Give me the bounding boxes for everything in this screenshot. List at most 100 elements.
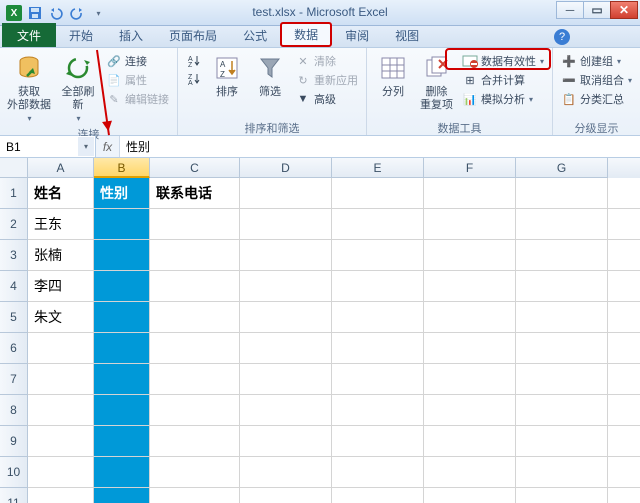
column-header-A[interactable]: A [28,158,94,178]
cell[interactable] [332,364,424,394]
column-header-F[interactable]: F [424,158,516,178]
row-header-3[interactable]: 3 [0,240,28,271]
cell[interactable] [332,271,424,301]
row-header-5[interactable]: 5 [0,302,28,333]
refresh-all-button[interactable]: 全部刷新 [55,50,101,125]
row-header-11[interactable]: 11 [0,488,28,503]
cell[interactable] [150,488,240,503]
row-header-9[interactable]: 9 [0,426,28,457]
cell[interactable] [94,333,150,363]
cell[interactable] [94,302,150,332]
cell[interactable] [150,426,240,456]
cell[interactable] [516,364,608,394]
cell[interactable] [150,302,240,332]
tab-insert[interactable]: 插入 [106,23,156,47]
cell[interactable] [332,426,424,456]
cell[interactable]: 王东 [28,209,94,239]
filter-button[interactable]: 筛选 [250,50,290,101]
cell[interactable] [516,426,608,456]
cell[interactable] [94,488,150,503]
cell[interactable] [332,395,424,425]
properties-button[interactable]: 📄属性 [104,71,171,89]
remove-duplicates-button[interactable]: 删除 重复项 [416,50,457,114]
cell[interactable] [150,364,240,394]
column-header-G[interactable]: G [516,158,608,178]
cell[interactable] [94,240,150,270]
cell[interactable] [240,302,332,332]
maximize-button[interactable]: ▭ [583,1,611,19]
consolidate-button[interactable]: ⊞合并计算 [460,71,546,89]
cell[interactable] [150,333,240,363]
cell[interactable] [94,426,150,456]
cell[interactable] [516,488,608,503]
cell[interactable] [94,395,150,425]
tab-formulas[interactable]: 公式 [230,23,280,47]
column-header-E[interactable]: E [332,158,424,178]
clear-filter-button[interactable]: ✕清除 [293,52,360,70]
cell[interactable] [150,457,240,487]
cell[interactable]: 姓名 [28,178,94,208]
cell[interactable] [516,395,608,425]
column-header-C[interactable]: C [150,158,240,178]
name-box[interactable]: B1 ▾ [0,136,96,157]
minimize-button[interactable]: ─ [556,1,584,19]
cell[interactable] [424,302,516,332]
cell[interactable] [94,457,150,487]
column-header-B[interactable]: B [94,158,150,178]
cell[interactable] [332,178,424,208]
cell[interactable] [240,271,332,301]
cell[interactable] [424,333,516,363]
cell[interactable] [424,364,516,394]
cell[interactable] [424,271,516,301]
cell[interactable] [240,395,332,425]
cell[interactable] [424,240,516,270]
tab-home[interactable]: 开始 [56,23,106,47]
cell[interactable]: 朱文 [28,302,94,332]
cell[interactable] [28,457,94,487]
tab-page-layout[interactable]: 页面布局 [156,23,230,47]
subtotal-button[interactable]: 📋分类汇总 [559,90,634,108]
row-header-7[interactable]: 7 [0,364,28,395]
text-to-columns-button[interactable]: 分列 [373,50,413,101]
cell[interactable] [516,271,608,301]
tab-view[interactable]: 视图 [382,23,432,47]
cell[interactable] [28,364,94,394]
cell[interactable] [150,271,240,301]
cell[interactable] [150,209,240,239]
connections-button[interactable]: 🔗连接 [104,52,171,70]
sort-desc-button[interactable]: ZA [184,70,204,88]
cell[interactable] [424,457,516,487]
whatif-button[interactable]: 📊模拟分析 [460,90,546,108]
name-box-dropdown[interactable]: ▾ [78,137,94,156]
cell[interactable] [94,271,150,301]
advanced-filter-button[interactable]: ▼高级 [293,90,360,108]
close-button[interactable]: ✕ [610,1,638,19]
tab-file[interactable]: 文件 [2,23,56,47]
cell[interactable] [150,240,240,270]
cell[interactable] [424,488,516,503]
cell[interactable] [28,395,94,425]
select-all-corner[interactable] [0,158,28,178]
cell[interactable] [516,333,608,363]
cell[interactable]: 张楠 [28,240,94,270]
row-header-8[interactable]: 8 [0,395,28,426]
fx-button[interactable]: fx [96,136,120,157]
row-header-10[interactable]: 10 [0,457,28,488]
column-header-D[interactable]: D [240,158,332,178]
tab-review[interactable]: 审阅 [332,23,382,47]
cell[interactable] [28,488,94,503]
cell[interactable] [240,178,332,208]
cell[interactable] [332,333,424,363]
cell[interactable] [150,395,240,425]
cell[interactable] [424,209,516,239]
row-header-2[interactable]: 2 [0,209,28,240]
cell[interactable] [332,209,424,239]
row-header-1[interactable]: 1 [0,178,28,209]
cell[interactable] [516,240,608,270]
cell[interactable] [516,178,608,208]
cell[interactable] [240,240,332,270]
sort-asc-button[interactable]: AZ [184,52,204,70]
row-header-4[interactable]: 4 [0,271,28,302]
cell[interactable] [240,457,332,487]
cell[interactable] [424,395,516,425]
